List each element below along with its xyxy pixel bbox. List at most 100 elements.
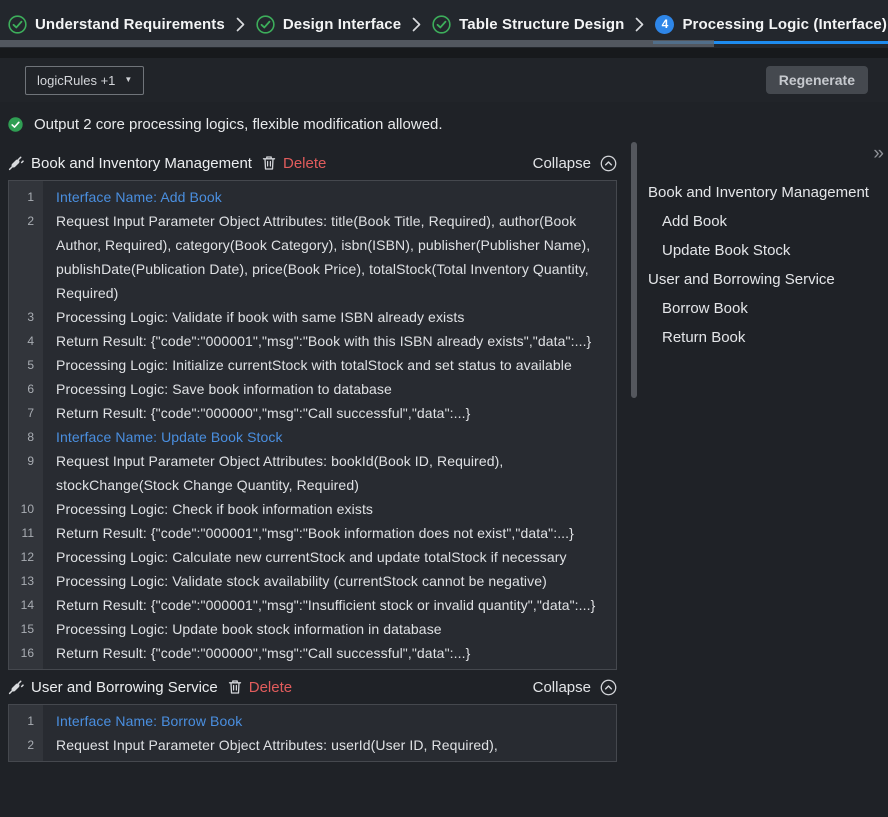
code-block: 1Interface Name: Borrow Book2Request Inp… [8, 704, 617, 762]
line-number: 6 [9, 377, 43, 401]
code-block: 1Interface Name: Add Book2Request Input … [8, 180, 617, 670]
chevron-up-circle-icon[interactable] [600, 155, 617, 172]
code-line: 8Interface Name: Update Book Stock [9, 425, 616, 449]
delete-button[interactable]: Delete [249, 679, 292, 696]
code-line-text[interactable]: Processing Logic: Update book stock info… [43, 617, 616, 641]
collapse-button[interactable]: Collapse [533, 679, 591, 696]
outline-item[interactable]: User and Borrowing Service [646, 265, 886, 294]
code-line-text[interactable]: Processing Logic: Validate if book with … [43, 305, 616, 329]
line-number: 8 [9, 425, 43, 449]
code-line-text[interactable]: Processing Logic: Check if book informat… [43, 497, 616, 521]
outline-item[interactable]: Add Book [646, 207, 886, 236]
code-line: 1Interface Name: Add Book [9, 185, 616, 209]
code-line: 4Return Result: {"code":"000001","msg":"… [9, 329, 616, 353]
line-number: 7 [9, 401, 43, 425]
code-line: 3Processing Logic: Validate if book with… [9, 305, 616, 329]
collapse-button[interactable]: Collapse [533, 155, 591, 172]
trash-icon[interactable] [228, 679, 242, 695]
step-number-badge: 4 [655, 15, 674, 34]
code-line: 5Processing Logic: Initialize currentSto… [9, 353, 616, 377]
line-number: 14 [9, 593, 43, 617]
logic-rules-dropdown[interactable]: logicRules +1 ▼ [25, 66, 144, 95]
line-number: 4 [9, 329, 43, 353]
outline-item[interactable]: Borrow Book [646, 294, 886, 323]
line-number: 5 [9, 353, 43, 377]
code-line: 10Processing Logic: Check if book inform… [9, 497, 616, 521]
regenerate-button[interactable]: Regenerate [766, 66, 868, 94]
step-item[interactable]: Table Structure Design [432, 15, 624, 34]
status-message: Output 2 core processing logics, flexibl… [34, 116, 443, 133]
delete-button[interactable]: Delete [283, 155, 326, 172]
code-line-text[interactable]: Processing Logic: Save book information … [43, 377, 616, 401]
code-line-text[interactable]: Processing Logic: Calculate new currentS… [43, 545, 616, 569]
step-done-check-icon [432, 15, 451, 34]
line-number: 15 [9, 617, 43, 641]
logic-rules-dropdown-label: logicRules +1 [37, 73, 115, 88]
code-line-text[interactable]: Return Result: {"code":"000001","msg":"I… [43, 593, 616, 617]
chevron-up-circle-icon[interactable] [600, 679, 617, 696]
code-line-text[interactable]: Interface Name: Borrow Book [43, 709, 616, 733]
code-line: 15Processing Logic: Update book stock in… [9, 617, 616, 641]
line-number: 2 [9, 209, 43, 305]
line-number: 12 [9, 545, 43, 569]
line-number: 9 [9, 449, 43, 497]
outline-item[interactable]: Return Book [646, 323, 886, 352]
code-line-text[interactable]: Return Result: {"code":"000001","msg":"B… [43, 521, 616, 545]
code-line-text[interactable]: Return Result: {"code":"000000","msg":"C… [43, 641, 616, 665]
status-icon-slot [8, 117, 23, 132]
code-line: 6Processing Logic: Save book information… [9, 377, 616, 401]
code-line: 1Interface Name: Borrow Book [9, 709, 616, 733]
step-item[interactable]: Understand Requirements [8, 15, 225, 34]
step-item[interactable]: 4 Processing Logic (Interface) [655, 15, 887, 34]
toolbar: logicRules +1 ▼ Regenerate [0, 58, 888, 102]
outline-item[interactable]: Update Book Stock [646, 236, 886, 265]
line-number: 11 [9, 521, 43, 545]
code-line-text[interactable]: Request Input Parameter Object Attribute… [43, 449, 616, 497]
step-label: Understand Requirements [35, 16, 225, 33]
sections-column: Book and Inventory Management Delete Coll… [8, 146, 617, 762]
stepper: Understand Requirements Design Interface… [0, 0, 888, 48]
code-line-text[interactable]: Interface Name: Update Book Stock [43, 425, 616, 449]
code-line-text[interactable]: Processing Logic: Validate stock availab… [43, 569, 616, 593]
section-title: User and Borrowing Service [31, 679, 218, 696]
code-line-text[interactable]: Return Result: {"code":"000000","msg":"C… [43, 401, 616, 425]
success-check-icon [8, 117, 23, 132]
caret-down-icon: ▼ [124, 76, 132, 84]
stepper-horizontal-scrollbar[interactable] [0, 40, 714, 47]
step-separator-chevron-icon [412, 17, 421, 32]
code-line: 14Return Result: {"code":"000001","msg":… [9, 593, 616, 617]
code-line-text[interactable]: Return Result: {"code":"000001","msg":"B… [43, 329, 616, 353]
double-chevron-right-icon[interactable]: » [873, 144, 884, 163]
code-line-text[interactable]: Processing Logic: Initialize currentStoc… [43, 353, 616, 377]
code-line: 7Return Result: {"code":"000000","msg":"… [9, 401, 616, 425]
content-scrollbar-thumb[interactable] [631, 142, 637, 398]
step-item[interactable]: Design Interface [256, 15, 401, 34]
line-number: 3 [9, 305, 43, 329]
line-number: 1 [9, 709, 43, 733]
step-label: Design Interface [283, 16, 401, 33]
line-number: 2 [9, 733, 43, 757]
outline-item[interactable]: Book and Inventory Management [646, 178, 886, 207]
code-line: 16Return Result: {"code":"000000","msg":… [9, 641, 616, 665]
step-separator-chevron-icon [635, 17, 644, 32]
line-number: 16 [9, 641, 43, 665]
code-line: 12Processing Logic: Calculate new curren… [9, 545, 616, 569]
header-divider [0, 48, 888, 58]
code-line-text[interactable]: Interface Name: Add Book [43, 185, 616, 209]
code-line: 2Request Input Parameter Object Attribut… [9, 209, 616, 305]
code-line: 9Request Input Parameter Object Attribut… [9, 449, 616, 497]
code-line-text[interactable]: Request Input Parameter Object Attribute… [43, 209, 616, 305]
step-separator-chevron-icon [236, 17, 245, 32]
line-number: 13 [9, 569, 43, 593]
code-line: 13Processing Logic: Validate stock avail… [9, 569, 616, 593]
line-number: 1 [9, 185, 43, 209]
code-line-text[interactable]: Request Input Parameter Object Attribute… [43, 733, 616, 757]
section-title: Book and Inventory Management [31, 155, 252, 172]
line-number: 10 [9, 497, 43, 521]
api-plug-icon [8, 679, 24, 695]
outline-list: Book and Inventory ManagementAdd BookUpd… [646, 178, 886, 352]
api-plug-icon [8, 155, 24, 171]
step-label: Processing Logic (Interface) [682, 16, 887, 33]
trash-icon[interactable] [262, 155, 276, 171]
step-done-check-icon [256, 15, 275, 34]
